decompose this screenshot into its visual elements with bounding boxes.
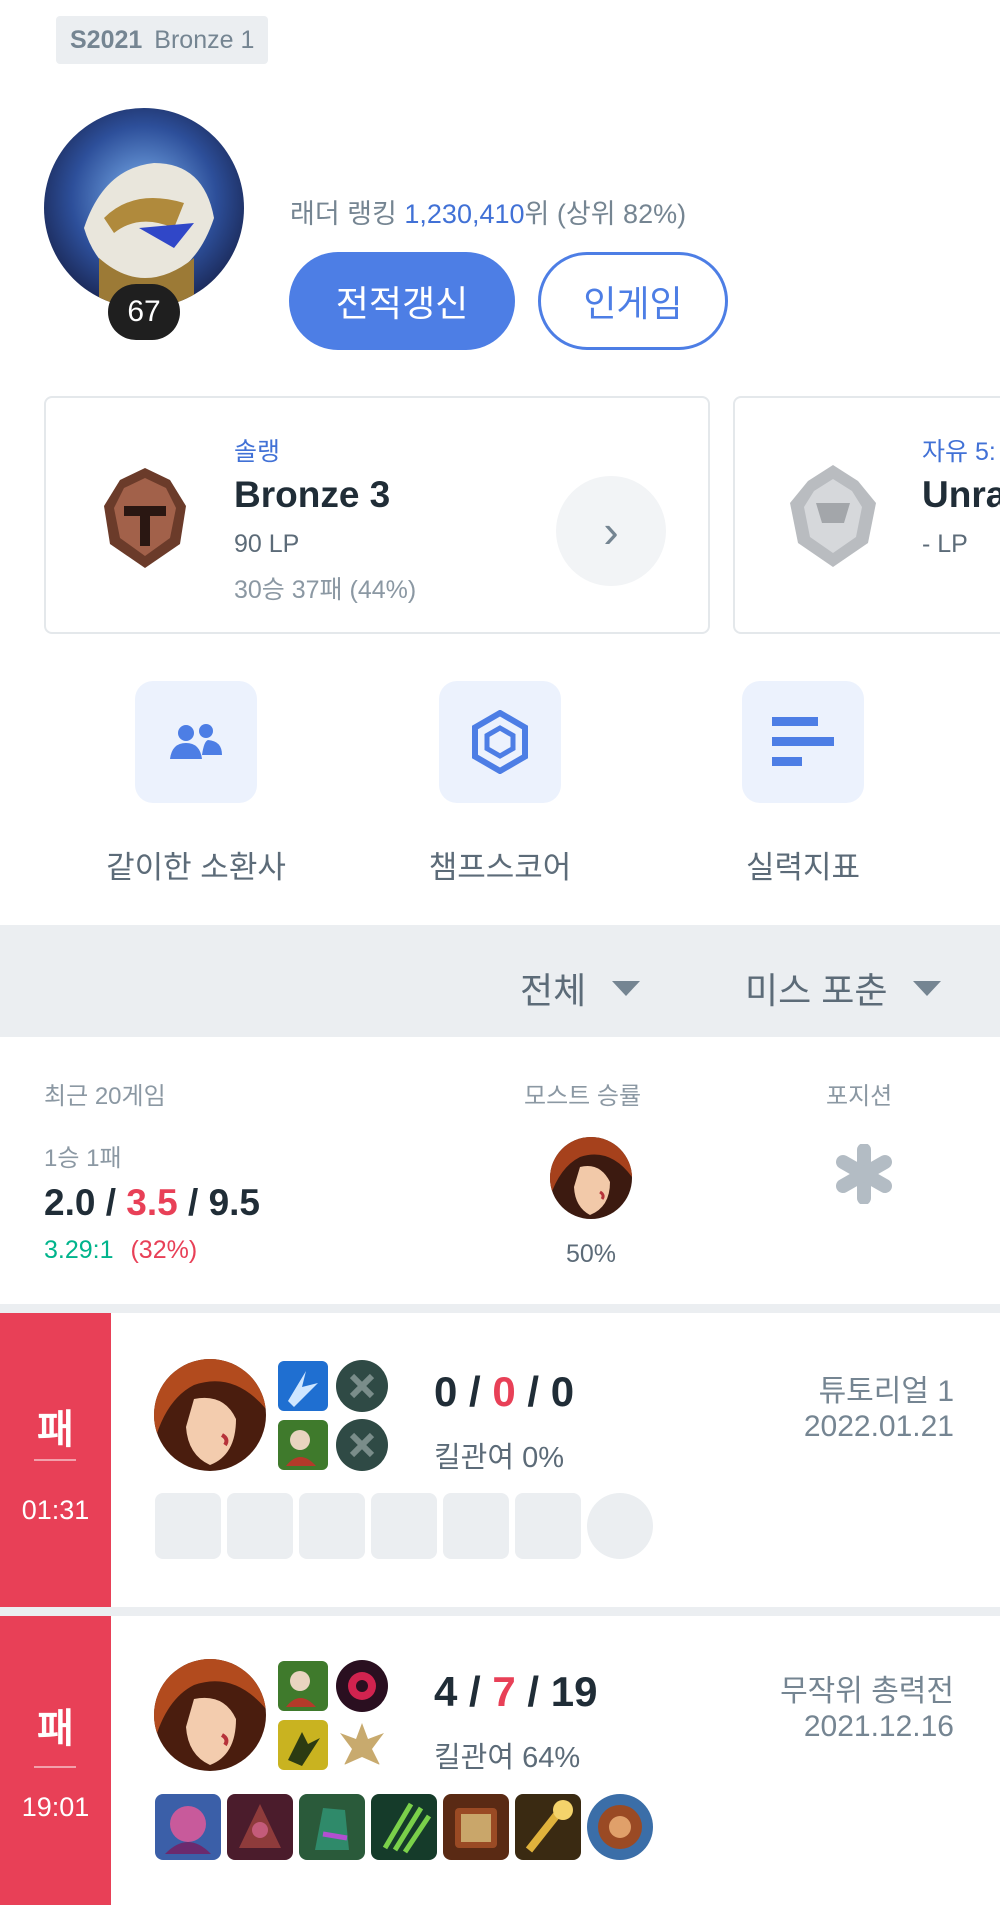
item-slot [155,1493,221,1559]
ward-slot [587,1493,653,1559]
flex-queue-label: 자유 5: [922,438,996,466]
match-duration: 01:31 [21,1495,90,1525]
ladder-ranking: 래더 랭킹 1,230,410위 (상위 82%) [290,192,686,231]
item-icon[interactable] [299,1794,365,1860]
solo-tier: Bronze 3 [234,474,391,515]
match-divider [0,1607,1000,1616]
recent-games-label: 최근 20게임 [44,1083,166,1110]
avg-deaths: 3.5 [126,1182,178,1223]
domination-rune-icon [336,1660,388,1712]
item-slot [227,1493,293,1559]
champion-filter-dropdown[interactable]: 미스 포춘 [745,962,942,1014]
item-slots [155,1794,653,1860]
recent-record: 1승 1패 [44,1145,122,1172]
champ-score-button[interactable] [439,681,561,803]
level-badge: 67 [108,284,180,340]
match-date: 2021.12.16 [803,1710,954,1743]
item-icon[interactable] [371,1794,437,1860]
dropdown-arrow-icon [913,980,942,996]
champion-icon [154,1659,266,1771]
people-icon [170,724,222,759]
avg-kills: 2.0 [44,1182,96,1223]
dropdown-arrow-icon [612,980,641,996]
precision-rune-icon [336,1719,388,1771]
skill-index-label: 실력지표 [745,850,861,885]
most-winrate-label: 모스트 승률 [524,1083,642,1110]
champ-score-label: 챔프스코어 [428,850,572,885]
match-mode: 튜토리얼 1 [818,1375,954,1408]
match-kill-participation: 킬관여 64% [434,1742,581,1774]
unranked-emblem-icon [786,463,880,569]
match-duration: 19:01 [21,1792,90,1822]
kill-participation: (32%) [130,1236,198,1264]
empty-rune-icon [336,1419,388,1471]
rank-detail-button[interactable]: › [556,476,666,586]
champion-icon [154,1359,266,1471]
queue-filter-dropdown[interactable]: 전체 [520,962,641,1014]
chevron-right-icon: › [603,505,619,557]
result-divider [34,1459,76,1461]
played-with-label: 같이한 소환사 [106,850,286,885]
ladder-top-percent: (상위 82%) [556,199,687,229]
champion-filter-value: 미스 포춘 [745,970,888,1011]
most-champion-icon[interactable] [550,1137,632,1219]
played-with-button[interactable] [135,681,257,803]
kda-ratio-line: 3.29:1 (32%) [44,1236,197,1265]
profile-avatar[interactable] [44,108,244,308]
item-icon[interactable] [155,1794,221,1860]
solo-lp: 90 LP [234,530,300,558]
section-divider [0,1304,1000,1313]
result-divider [34,1766,76,1768]
item-icon[interactable] [227,1794,293,1860]
solo-queue-label: 솔랭 [234,438,281,466]
ward-icon[interactable] [587,1794,653,1860]
item-slots [155,1493,653,1559]
match-date: 2022.01.21 [803,1410,954,1443]
match-result-bar: 패 19:01 [0,1616,111,1905]
match-kda: 0 / 0 / 0 [434,1368,575,1415]
match-kill-participation: 킬관여 0% [434,1442,565,1474]
match-result: 패 [37,1707,74,1751]
avg-assists: 9.5 [208,1182,260,1223]
heal-spell-icon [278,1661,328,1711]
heal-spell-icon [278,1420,328,1470]
average-kda: 2.0 / 3.5 / 9.5 [44,1182,260,1223]
match-result-bar: 패 01:31 [0,1313,111,1607]
most-winrate-value: 50% [565,1240,617,1268]
bars-icon [772,717,834,766]
item-slot [371,1493,437,1559]
solo-record: 30승 37패 (44%) [234,576,417,604]
skill-index-button[interactable] [742,681,864,803]
item-slot [299,1493,365,1559]
match-result: 패 [37,1408,74,1452]
ingame-button[interactable]: 인게임 [538,252,728,350]
flex-tier: Unra [922,474,1000,515]
position-label: 포지션 [826,1083,893,1110]
ladder-suffix: 위 [524,199,550,229]
item-slot [515,1493,581,1559]
flex-lp: - LP [922,530,968,558]
item-slot [443,1493,509,1559]
position-fill-icon [834,1143,894,1205]
item-icon[interactable] [515,1794,581,1860]
match-kda: 4 / 7 / 19 [434,1668,598,1715]
refresh-button[interactable]: 전적갱신 [289,252,515,350]
kda-ratio: 3.29:1 [44,1236,114,1264]
ladder-rank: 1,230,410 [404,199,525,229]
ghost-spell-icon [278,1720,328,1770]
season-label: S2021 [70,25,143,54]
queue-filter-value: 전체 [520,970,587,1011]
bronze-emblem-icon [100,466,190,570]
match-mode: 무작위 총력전 [780,1675,954,1708]
ladder-label: 래더 랭킹 [290,199,397,229]
season-tier: Bronze 1 [154,25,255,54]
empty-rune-icon [336,1360,388,1412]
season-badge: S2021 Bronze 1 [56,16,269,64]
hexagon-target-icon [472,710,528,774]
item-icon[interactable] [443,1794,509,1860]
flash-spell-icon [278,1361,328,1411]
